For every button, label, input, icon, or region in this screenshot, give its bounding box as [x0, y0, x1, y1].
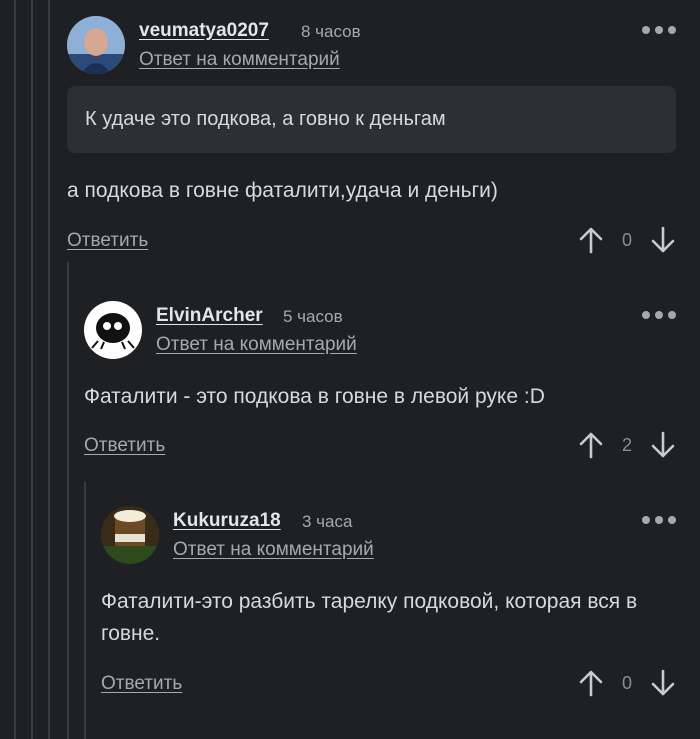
vote-count: 0 — [621, 672, 632, 693]
comment: ElvinArcher 5 часов Ответ на комментарий… — [84, 301, 676, 465]
thread-line — [31, 0, 33, 739]
avatar[interactable] — [84, 301, 142, 359]
reply-button[interactable]: Ответить — [101, 673, 182, 695]
downvote-arrow-icon[interactable] — [650, 226, 676, 254]
more-icon[interactable] — [642, 311, 676, 319]
vote-count: 2 — [621, 434, 632, 455]
avatar[interactable] — [67, 16, 125, 74]
quoted-comment: К удаче это подкова, а говно к деньгам — [67, 86, 676, 153]
vote-controls: 0 — [578, 669, 676, 697]
comment-time: 8 часов — [301, 22, 361, 41]
thread-line — [48, 0, 50, 739]
comment-footer: Ответить 2 — [84, 431, 676, 465]
vote-count: 0 — [621, 229, 632, 250]
comment-text: Фаталити - это подкова в говне в левой р… — [84, 385, 545, 408]
comment-header: ElvinArcher 5 часов Ответ на комментарий — [84, 301, 676, 359]
username[interactable]: veumatya0207 — [139, 20, 269, 42]
comment-time: 3 часа — [302, 512, 353, 531]
thread-line — [84, 482, 86, 739]
upvote-arrow-icon[interactable] — [578, 431, 604, 459]
comment-header: Kukuruza18 3 часа Ответ на комментарий — [101, 506, 676, 564]
reply-to-link[interactable]: Ответ на комментарий — [139, 49, 340, 71]
comment: Kukuruza18 3 часа Ответ на комментарий Ф… — [101, 506, 676, 703]
vote-controls: 2 — [578, 431, 676, 459]
reply-to-link[interactable]: Ответ на комментарий — [156, 334, 357, 356]
username[interactable]: Kukuruza18 — [173, 510, 281, 532]
comment: veumatya0207 8 часов Ответ на комментари… — [67, 16, 676, 260]
thread-line — [67, 262, 69, 739]
reply-button[interactable]: Ответить — [67, 230, 148, 252]
more-icon[interactable] — [642, 26, 676, 34]
reply-button[interactable]: Ответить — [84, 435, 165, 457]
comment-header: veumatya0207 8 часов Ответ на комментари… — [67, 16, 676, 74]
reply-to-link[interactable]: Ответ на комментарий — [173, 539, 374, 561]
more-icon[interactable] — [642, 516, 676, 524]
downvote-arrow-icon[interactable] — [650, 431, 676, 459]
downvote-arrow-icon[interactable] — [650, 669, 676, 697]
thread-line — [14, 0, 16, 739]
comment-footer: Ответить 0 — [101, 669, 676, 703]
username[interactable]: ElvinArcher — [156, 305, 263, 327]
upvote-arrow-icon[interactable] — [578, 226, 604, 254]
comment-text: а подкова в говне фаталити,удача и деньг… — [67, 179, 498, 202]
avatar[interactable] — [101, 506, 159, 564]
comment-time: 5 часов — [283, 307, 343, 326]
vote-controls: 0 — [578, 226, 676, 254]
comment-text: Фаталити-это разбить тарелку подковой, к… — [101, 590, 638, 645]
upvote-arrow-icon[interactable] — [578, 669, 604, 697]
comment-footer: Ответить 0 — [67, 226, 676, 260]
